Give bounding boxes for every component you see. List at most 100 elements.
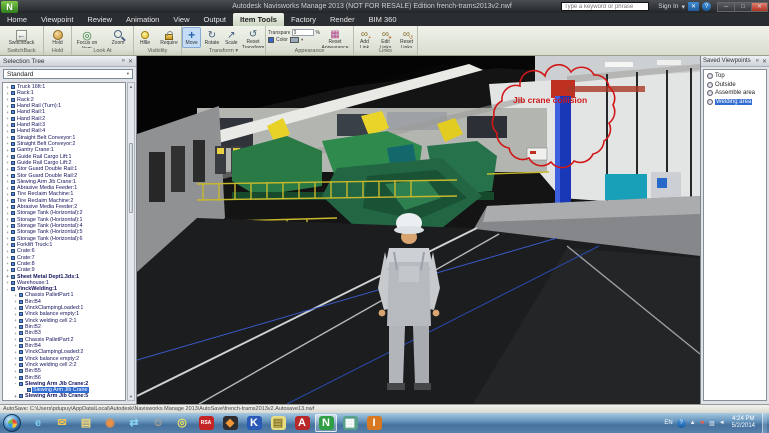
3d-viewport[interactable]: Jib crane collision bbox=[137, 56, 700, 404]
reset-links-button[interactable]: ∞↺ Reset Links bbox=[397, 27, 417, 48]
ribbon-tab[interactable]: Home bbox=[0, 13, 34, 26]
ribbon-tab[interactable]: Animation bbox=[119, 13, 166, 26]
zoom-button[interactable]: Zoom bbox=[103, 27, 133, 48]
tree-expander-icon[interactable]: + bbox=[13, 362, 18, 367]
tree-expander-icon[interactable]: + bbox=[5, 173, 10, 178]
sign-in-link[interactable]: Sign In bbox=[658, 3, 678, 10]
group-label-transform[interactable]: Transform ▾ bbox=[182, 48, 265, 55]
panel-close-icon[interactable]: ✕ bbox=[128, 58, 133, 65]
tree-item[interactable]: + Slewing Arm Jib Crane:5 bbox=[3, 393, 125, 399]
application-menu-button[interactable]: N bbox=[1, 1, 18, 13]
tree-expander-icon[interactable]: + bbox=[5, 242, 10, 247]
tree-expander-icon[interactable]: + bbox=[13, 375, 18, 380]
tree-expander-icon[interactable]: + bbox=[5, 249, 10, 254]
tray-flag-icon[interactable]: ⚑ bbox=[700, 420, 705, 427]
tray-expand-icon[interactable]: ▲ bbox=[690, 420, 696, 426]
color-value-swatch[interactable] bbox=[290, 37, 299, 43]
tree-expander-icon[interactable]: + bbox=[5, 217, 10, 222]
tree-expander-icon[interactable]: + bbox=[13, 350, 18, 355]
scroll-up-icon[interactable]: ▲ bbox=[129, 84, 133, 89]
taskbar-explorer-icon[interactable]: ▤ bbox=[75, 414, 97, 432]
exchange-apps-icon[interactable]: ✕ bbox=[688, 2, 699, 11]
tree-expander-icon[interactable]: + bbox=[5, 135, 10, 140]
tree-expander-icon[interactable]: + bbox=[5, 154, 10, 159]
tree-expander-icon[interactable]: + bbox=[5, 268, 10, 273]
tree-expander-icon[interactable]: + bbox=[5, 148, 10, 153]
account-dropdown-icon[interactable]: ▾ bbox=[681, 3, 685, 11]
tree-expander-icon[interactable]: + bbox=[5, 167, 10, 172]
tree-expander-icon[interactable]: + bbox=[5, 116, 10, 121]
tray-help-icon[interactable]: ? bbox=[677, 419, 686, 428]
tree-expander-icon[interactable]: + bbox=[5, 97, 10, 102]
tray-volume-icon[interactable]: ◄ bbox=[719, 420, 725, 426]
ribbon-tab[interactable]: Factory bbox=[284, 13, 323, 26]
tree-expander-icon[interactable]: + bbox=[13, 293, 18, 298]
tree-expander-icon[interactable]: + bbox=[5, 280, 10, 285]
taskbar-media-player-icon[interactable]: ◉ bbox=[99, 414, 121, 432]
taskbar-rsa-icon[interactable]: RSA bbox=[195, 414, 217, 432]
viewpoint-item[interactable]: Outside bbox=[706, 81, 766, 90]
taskbar-inventor-icon[interactable]: I bbox=[363, 414, 385, 432]
tree-expander-icon[interactable]: + bbox=[13, 318, 18, 323]
scroll-down-icon[interactable]: ▼ bbox=[129, 394, 133, 399]
tree-expander-icon[interactable]: - bbox=[13, 381, 18, 386]
scale-button[interactable]: ↗ Scale bbox=[223, 27, 240, 48]
tree-scrollbar[interactable]: ▲ ▼ bbox=[127, 82, 135, 401]
taskbar-navisworks-icon[interactable]: N bbox=[315, 414, 337, 432]
close-button[interactable]: ✕ bbox=[751, 2, 768, 12]
tree-expander-icon[interactable]: + bbox=[5, 236, 10, 241]
tree-expander-icon[interactable]: + bbox=[13, 331, 18, 336]
tree-expander-icon[interactable]: + bbox=[5, 110, 10, 115]
minimize-button[interactable]: ─ bbox=[717, 2, 734, 12]
tree-expander-icon[interactable]: + bbox=[5, 123, 10, 128]
add-link-button[interactable]: ∞+ Add Link bbox=[355, 27, 375, 48]
tree-expander-icon[interactable]: + bbox=[5, 179, 10, 184]
tree-expander-icon[interactable]: + bbox=[13, 343, 18, 348]
reset-transform-button[interactable]: ↺ Reset Transform bbox=[241, 27, 265, 48]
tree-expander-icon[interactable]: + bbox=[13, 299, 18, 304]
edit-links-button[interactable]: ∞∗ Edit Links bbox=[376, 27, 396, 48]
ribbon-tab[interactable]: Item Tools bbox=[233, 13, 284, 26]
tree-expander-icon[interactable]: + bbox=[13, 312, 18, 317]
tree-expander-icon[interactable]: - bbox=[5, 287, 10, 292]
language-indicator[interactable]: EN bbox=[664, 420, 672, 426]
taskbar-autocad-icon[interactable]: A bbox=[291, 414, 313, 432]
maximize-button[interactable]: □ bbox=[734, 2, 751, 12]
search-input[interactable] bbox=[561, 2, 649, 11]
tree-expander-icon[interactable]: + bbox=[5, 230, 10, 235]
tree-expander-icon[interactable]: + bbox=[5, 198, 10, 203]
ribbon-tab[interactable]: Review bbox=[80, 13, 119, 26]
tree-expander-icon[interactable]: + bbox=[5, 91, 10, 96]
viewpoint-item[interactable]: Top bbox=[706, 72, 766, 81]
hold-button[interactable]: Hold bbox=[45, 27, 71, 48]
focus-on-item-button[interactable]: ◎ Focus on Item bbox=[72, 27, 102, 48]
tree-expander-icon[interactable]: + bbox=[13, 325, 18, 330]
require-button[interactable]: Require bbox=[157, 27, 181, 48]
tree-expander-icon[interactable]: + bbox=[5, 224, 10, 229]
tray-network-icon[interactable]: ▥ bbox=[709, 420, 715, 427]
tree-expander-icon[interactable]: + bbox=[5, 261, 10, 266]
rotate-button[interactable]: ↻ Rotate bbox=[202, 27, 221, 48]
tree-expander-icon[interactable]: + bbox=[5, 141, 10, 146]
tree-mode-dropdown[interactable]: Standard ▾ bbox=[3, 69, 133, 79]
tree-expander-icon[interactable]: + bbox=[5, 255, 10, 260]
switchback-button[interactable]: ← SwitchBack bbox=[2, 27, 42, 48]
move-button[interactable]: + Move bbox=[182, 27, 201, 48]
ribbon-tab[interactable]: BIM 360 bbox=[362, 13, 404, 26]
ribbon-tab[interactable]: Output bbox=[196, 13, 233, 26]
tree-expander-icon[interactable]: + bbox=[13, 337, 18, 342]
help-icon[interactable]: ? bbox=[702, 2, 711, 11]
tree-expander-icon[interactable]: + bbox=[5, 186, 10, 191]
ribbon-tab[interactable]: View bbox=[166, 13, 196, 26]
tree-expander-icon[interactable]: + bbox=[13, 369, 18, 374]
tree-expander-icon[interactable]: + bbox=[13, 356, 18, 361]
ribbon-tab[interactable]: Viewpoint bbox=[34, 13, 80, 26]
taskbar-app-dark-icon[interactable]: ◆ bbox=[219, 414, 241, 432]
tree-expander-icon[interactable]: + bbox=[13, 306, 18, 311]
taskbar-communicator-icon[interactable]: ☺ bbox=[147, 414, 169, 432]
taskbar-remote-desktop-icon[interactable]: ⇄ bbox=[123, 414, 145, 432]
scroll-thumb[interactable] bbox=[129, 143, 133, 213]
tree-expander-icon[interactable]: + bbox=[5, 85, 10, 90]
color-dropdown-icon[interactable]: ▾ bbox=[301, 37, 303, 43]
tree-expander-icon[interactable]: + bbox=[5, 211, 10, 216]
